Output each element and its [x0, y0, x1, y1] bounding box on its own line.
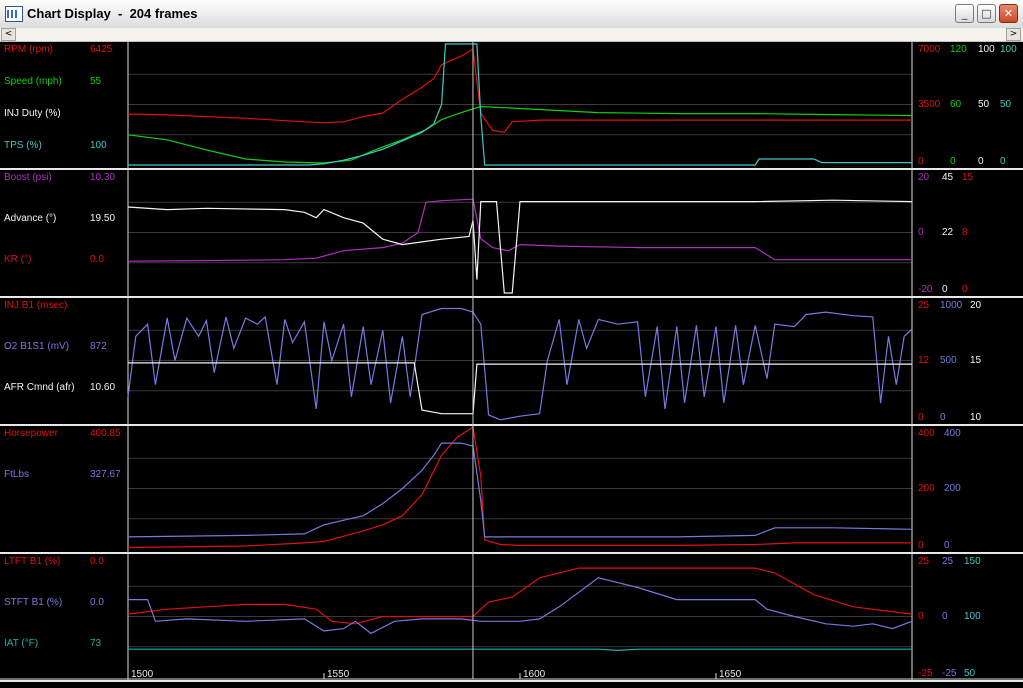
series-value: 0.0: [90, 556, 104, 567]
chart-app-icon: [5, 6, 23, 22]
window-title: Chart Display - 204 frames: [27, 6, 198, 21]
axis-tick-label: 50: [1000, 99, 1012, 110]
axis-tick-label: 20: [918, 172, 930, 183]
axis-tick-label: 12: [918, 355, 930, 366]
series-value: 327.67: [90, 469, 121, 480]
axis-tick-label: 150: [964, 556, 981, 567]
series-label: INJ Duty (%): [4, 108, 61, 119]
axis-tick-label: 120: [950, 44, 967, 55]
series-label: Advance (°): [4, 213, 56, 224]
axis-tick-label: 500: [940, 355, 957, 366]
axis-tick-label: -25: [918, 668, 933, 679]
axis-tick-label: 50: [978, 99, 990, 110]
axis-tick-label: 0: [962, 284, 968, 295]
axis-tick-label: 7000: [918, 44, 941, 55]
series-value: 100: [90, 140, 107, 151]
axis-tick-label: 200: [944, 483, 961, 494]
axis-tick-label: 15: [962, 172, 974, 183]
axis-tick-label: -25: [942, 668, 957, 679]
chart-area[interactable]: RPM (rpm) 6425 Speed (mph) 55 INJ Duty (%) TP…: [0, 42, 1023, 688]
axis-tick-label: 0: [1000, 156, 1006, 167]
series-label: KR (°): [4, 254, 31, 265]
axis-tick-label: 0: [918, 540, 924, 551]
series-value: 10.60: [90, 382, 115, 393]
series-label: RPM (rpm): [4, 44, 53, 55]
axis-tick-label: 8: [962, 227, 968, 238]
series-value: 55: [90, 76, 102, 87]
axis-tick-label: 25: [942, 556, 954, 567]
series-label: AFR Cmnd (afr): [4, 382, 75, 393]
axis-tick-label: 20: [970, 300, 982, 311]
axis-tick-label: 0: [918, 227, 924, 238]
series-label: IAT (°F): [4, 638, 38, 649]
series-label: Horsepower: [4, 428, 59, 439]
series-value: 0.0: [90, 597, 104, 608]
axis-tick-label: 100: [978, 44, 995, 55]
axis-tick-label: 50: [964, 668, 976, 679]
axis-tick-label: 0: [944, 540, 950, 551]
series-label: LTFT B1 (%): [4, 556, 60, 567]
x-tick-label: 1600: [523, 669, 546, 680]
scroll-right-button[interactable]: >: [1006, 28, 1021, 41]
axis-tick-label: 0: [918, 611, 924, 622]
axis-tick-label: 1000: [940, 300, 963, 311]
series-label: TPS (%): [4, 140, 42, 151]
series-value: 10.30: [90, 172, 115, 183]
series-label: Speed (mph): [4, 76, 62, 87]
axis-tick-label: 0: [942, 284, 948, 295]
axis-tick-label: 400: [944, 428, 961, 439]
series-label: INJ B1 (msec): [4, 300, 67, 311]
axis-tick-label: 25: [918, 300, 930, 311]
series-label: STFT B1 (%): [4, 597, 62, 608]
axis-tick-label: 0: [950, 156, 956, 167]
title-bar[interactable]: Chart Display - 204 frames _ □ ✕: [0, 0, 1023, 29]
axis-tick-label: 400: [918, 428, 935, 439]
scroll-left-button[interactable]: <: [1, 28, 16, 41]
axis-tick-label: 200: [918, 483, 935, 494]
axis-tick-label: 100: [1000, 44, 1017, 55]
axis-tick-label: 60: [950, 99, 962, 110]
axis-tick-label: 0: [942, 611, 948, 622]
axis-tick-label: 3500: [918, 99, 941, 110]
axis-tick-label: 0: [940, 412, 946, 423]
horizontal-scrollbar[interactable]: < >: [0, 28, 1023, 42]
x-tick-label: 1650: [719, 669, 742, 680]
axis-tick-label: 0: [918, 156, 924, 167]
series-value: 73: [90, 638, 102, 649]
series-value: 400.85: [90, 428, 121, 439]
series-value: 0.0: [90, 254, 104, 265]
series-label: FtLbs: [4, 469, 29, 480]
x-tick-label: 1500: [131, 669, 154, 680]
axis-tick-label: 0: [918, 412, 924, 423]
series-value: 872: [90, 341, 107, 352]
axis-tick-label: 0: [978, 156, 984, 167]
chart-display-window: Chart Display - 204 frames _ □ ✕ < > RPM…: [0, 0, 1023, 688]
axis-tick-label: 25: [918, 556, 930, 567]
axis-tick-label: -20: [918, 284, 933, 295]
minimize-button[interactable]: _: [955, 4, 974, 23]
axis-tick-label: 22: [942, 227, 954, 238]
close-button[interactable]: ✕: [999, 4, 1018, 23]
axis-tick-label: 100: [964, 611, 981, 622]
axis-tick-label: 45: [942, 172, 954, 183]
axis-tick-label: 10: [970, 412, 982, 423]
series-value: 19.50: [90, 213, 115, 224]
axis-tick-label: 15: [970, 355, 982, 366]
maximize-button[interactable]: □: [977, 4, 996, 23]
series-label: O2 B1S1 (mV): [4, 341, 69, 352]
series-label: Boost (psi): [4, 172, 52, 183]
series-value: 6425: [90, 44, 113, 55]
x-tick-label: 1550: [327, 669, 350, 680]
